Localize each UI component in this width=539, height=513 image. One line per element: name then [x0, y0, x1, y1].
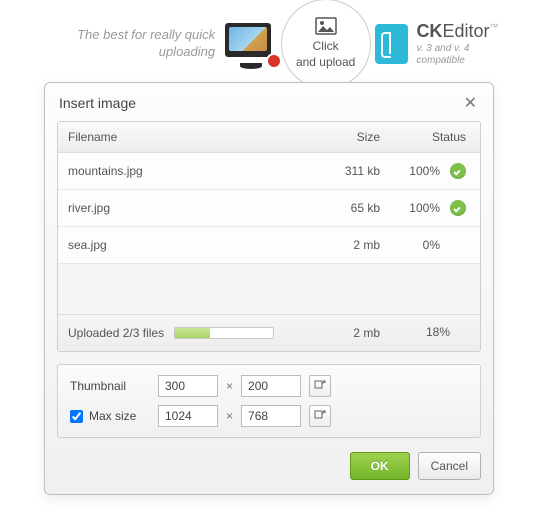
times-icon: × [226, 379, 233, 393]
cell-size: 311 kb [300, 164, 380, 178]
dialog-footer: OK Cancel [45, 438, 493, 494]
progress-fill [175, 328, 210, 338]
table-row: mountains.jpg 311 kb 100% [58, 153, 480, 190]
maxsize-checkbox[interactable] [70, 410, 83, 423]
table-row: sea.jpg 2 mb 0% [58, 227, 480, 264]
ckeditor-logo-icon [375, 24, 409, 64]
click-upload-button[interactable]: Click and upload [281, 0, 371, 89]
click-upload-label: Click and upload [296, 39, 355, 70]
cell-filename: mountains.jpg [68, 164, 300, 178]
col-filename: Filename [68, 130, 300, 144]
cell-filename: sea.jpg [68, 238, 300, 252]
summary-percent: 18% [426, 325, 450, 341]
dialog-title: Insert image [59, 95, 136, 111]
promo-left: The best for really quick uploading [20, 23, 276, 65]
summary-size: 2 mb [300, 326, 380, 340]
progress-bar [174, 327, 274, 339]
col-size: Size [300, 130, 380, 144]
image-upload-icon [315, 17, 337, 35]
times-icon: × [226, 409, 233, 423]
maxsize-height-input[interactable] [241, 405, 301, 427]
cell-size: 2 mb [300, 238, 380, 252]
maxsize-lock-button[interactable] [309, 405, 331, 427]
tagline: The best for really quick uploading [20, 27, 215, 61]
thumbnail-lock-button[interactable] [309, 375, 331, 397]
thumbnail-label: Thumbnail [70, 379, 126, 393]
maxsize-label: Max size [89, 409, 136, 423]
close-button[interactable]: ✕ [460, 93, 481, 113]
promo-right: CKEditor™ v. 3 and v. 4 compatible [375, 21, 519, 67]
table-summary: Uploaded 2/3 files 2 mb 18% [58, 314, 480, 351]
summary-label: Uploaded [68, 326, 119, 340]
ok-button[interactable]: OK [350, 452, 410, 480]
cell-filename: river.jpg [68, 201, 300, 215]
table-row: river.jpg 65 kb 100% [58, 190, 480, 227]
table-header: Filename Size Status [58, 122, 480, 153]
options-panel: Thumbnail × Max size × [57, 364, 481, 438]
upload-table: Filename Size Status mountains.jpg 311 k… [57, 121, 481, 352]
dialog-titlebar: Insert image ✕ [45, 83, 493, 121]
maxsize-width-input[interactable] [158, 405, 218, 427]
cell-status: 100% [380, 200, 470, 216]
maxsize-row: Max size × [70, 405, 468, 427]
cell-status: 0% [380, 237, 470, 253]
promo-center: Click and upload [276, 0, 375, 94]
cancel-button[interactable]: Cancel [418, 452, 481, 480]
insert-image-dialog: Insert image ✕ Filename Size Status moun… [44, 82, 494, 495]
photo-frame-icon [225, 23, 276, 65]
check-icon [450, 200, 466, 216]
ckeditor-branding: CKEditor™ v. 3 and v. 4 compatible [416, 21, 519, 67]
cell-size: 65 kb [300, 201, 380, 215]
cell-status: 100% [380, 163, 470, 179]
summary-count: 2/3 files [123, 326, 164, 340]
thumbnail-row: Thumbnail × [70, 375, 468, 397]
col-status: Status [380, 130, 470, 144]
table-empty-space [58, 264, 480, 314]
promo-header: The best for really quick uploading Clic… [0, 0, 539, 80]
check-icon [450, 163, 466, 179]
thumbnail-width-input[interactable] [158, 375, 218, 397]
lock-ratio-icon [314, 380, 326, 392]
lock-ratio-icon [314, 410, 326, 422]
thumbnail-height-input[interactable] [241, 375, 301, 397]
